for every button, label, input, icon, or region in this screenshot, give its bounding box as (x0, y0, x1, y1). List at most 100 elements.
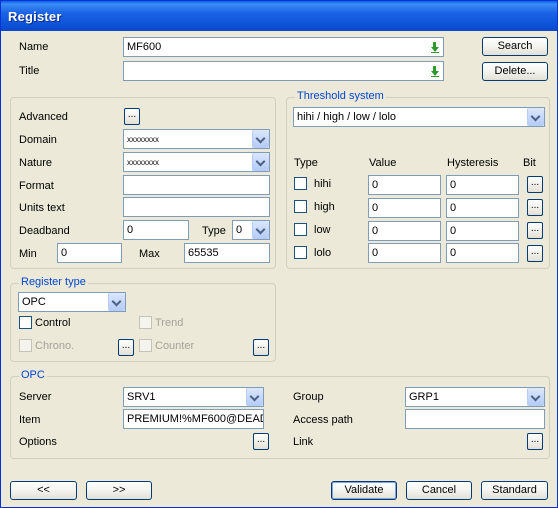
domain-select[interactable]: xxxxxxxx (123, 129, 270, 149)
lolo-hysteresis-input[interactable]: 0 (446, 243, 519, 263)
lolo-value: 0 (372, 247, 379, 259)
counter-options-button[interactable]: ... (253, 339, 269, 356)
type-label: Type (202, 225, 226, 237)
lolo-bit-button[interactable]: ... (527, 245, 543, 262)
counter-checkbox[interactable] (139, 339, 152, 352)
access-path-label: Access path (293, 414, 353, 426)
title-label: Title (19, 65, 40, 77)
standard-button[interactable]: Standard (481, 481, 548, 500)
options-button[interactable]: ... (253, 433, 269, 450)
min-value: 0 (61, 247, 68, 259)
max-value: 65535 (188, 247, 219, 259)
previous-button[interactable]: << (10, 481, 77, 500)
hihi-checkbox[interactable] (294, 177, 307, 190)
type-select[interactable]: 0 (232, 220, 270, 240)
group-select[interactable]: GRP1 (405, 387, 545, 407)
hihi-hysteresis: 0 (450, 179, 457, 191)
hihi-bit-button[interactable]: ... (527, 176, 543, 193)
low-hysteresis: 0 (450, 225, 457, 237)
deadband-value: 0 (127, 224, 134, 236)
min-input[interactable]: 0 (57, 243, 122, 263)
title-input[interactable] (123, 61, 444, 81)
opc-group-title: OPC (19, 369, 47, 381)
high-hysteresis-input[interactable]: 0 (446, 198, 519, 218)
threshold-system-value: hihi / high / low / lolo (297, 111, 397, 123)
cancel-button[interactable]: Cancel (406, 481, 472, 500)
trend-checkbox[interactable] (139, 316, 152, 329)
min-label: Min (19, 248, 37, 260)
high-bit-button[interactable]: ... (527, 199, 543, 216)
deadband-label: Deadband (19, 225, 70, 237)
chevron-down-icon[interactable] (108, 293, 125, 311)
access-path-input[interactable] (405, 409, 545, 429)
hihi-hysteresis-input[interactable]: 0 (446, 175, 519, 195)
lolo-label: lolo (314, 247, 332, 259)
domain-label: Domain (19, 134, 57, 146)
server-value: SRV1 (127, 391, 156, 403)
hihi-value-input[interactable]: 0 (368, 175, 441, 195)
options-label: Options (19, 436, 57, 448)
register-dialog: Register Name MF600 Search Title Delete.… (0, 0, 558, 508)
chrono-checkbox[interactable] (19, 339, 32, 352)
group-label: Group (293, 391, 324, 403)
counter-label: Counter (155, 340, 195, 352)
next-button[interactable]: >> (86, 481, 152, 500)
units-input[interactable] (123, 197, 270, 217)
low-hysteresis-input[interactable]: 0 (446, 221, 519, 241)
delete-button[interactable]: Delete... (482, 62, 548, 81)
validate-button[interactable]: Validate (331, 481, 397, 500)
max-input[interactable]: 65535 (184, 243, 270, 263)
col-bit-header: Bit (523, 157, 536, 169)
server-select[interactable]: SRV1 (123, 387, 264, 407)
col-type-header: Type (294, 157, 318, 169)
type-value: 0 (236, 224, 243, 236)
deadband-input[interactable]: 0 (123, 220, 189, 240)
chevron-down-icon[interactable] (527, 108, 544, 126)
col-hysteresis-header: Hysteresis (447, 157, 499, 169)
group-value: GRP1 (409, 391, 439, 403)
advanced-label: Advanced (19, 111, 68, 123)
name-label: Name (19, 41, 49, 53)
format-label: Format (19, 180, 54, 192)
chevron-down-icon[interactable] (246, 388, 263, 406)
lolo-value-input[interactable]: 0 (368, 243, 441, 263)
name-input[interactable]: MF600 (123, 37, 444, 57)
chevron-down-icon[interactable] (252, 221, 269, 239)
register-type-select[interactable]: OPC (18, 292, 126, 312)
register-type-value: OPC (22, 296, 46, 308)
chrono-options-button[interactable]: ... (118, 339, 134, 356)
low-checkbox[interactable] (294, 223, 307, 236)
high-checkbox[interactable] (294, 200, 307, 213)
chevron-down-icon[interactable] (252, 130, 269, 148)
threshold-group-title: Threshold system (295, 90, 386, 102)
item-input[interactable]: PREMIUM!%MF600@DEAD (123, 409, 264, 429)
nature-label: Nature (19, 157, 53, 169)
download-arrow-icon[interactable] (428, 63, 442, 79)
nature-value: xxxxxxxx (127, 158, 159, 167)
server-label: Server (19, 391, 52, 403)
high-value: 0 (372, 202, 379, 214)
advanced-button[interactable]: ... (124, 108, 140, 125)
units-label: Units text (19, 202, 65, 214)
lolo-checkbox[interactable] (294, 246, 307, 259)
high-value-input[interactable]: 0 (368, 198, 441, 218)
link-label: Link (293, 436, 314, 448)
low-value-input[interactable]: 0 (368, 221, 441, 241)
item-label: Item (19, 414, 41, 426)
chevron-down-icon[interactable] (252, 153, 269, 171)
control-checkbox[interactable] (19, 316, 32, 329)
download-arrow-icon[interactable] (428, 39, 442, 55)
low-bit-button[interactable]: ... (527, 222, 543, 239)
link-button[interactable]: ... (527, 433, 543, 450)
high-hysteresis: 0 (450, 202, 457, 214)
nature-select[interactable]: xxxxxxxx (123, 152, 270, 172)
window-title: Register (8, 9, 62, 24)
trend-label: Trend (155, 317, 184, 329)
chevron-down-icon[interactable] (527, 388, 544, 406)
threshold-system-select[interactable]: hihi / high / low / lolo (293, 107, 545, 127)
title-bar: Register (1, 1, 557, 31)
search-button[interactable]: Search (482, 37, 548, 56)
item-value: PREMIUM!%MF600@DEAD (127, 413, 264, 425)
col-value-header: Value (369, 157, 397, 169)
format-input[interactable] (123, 175, 270, 195)
